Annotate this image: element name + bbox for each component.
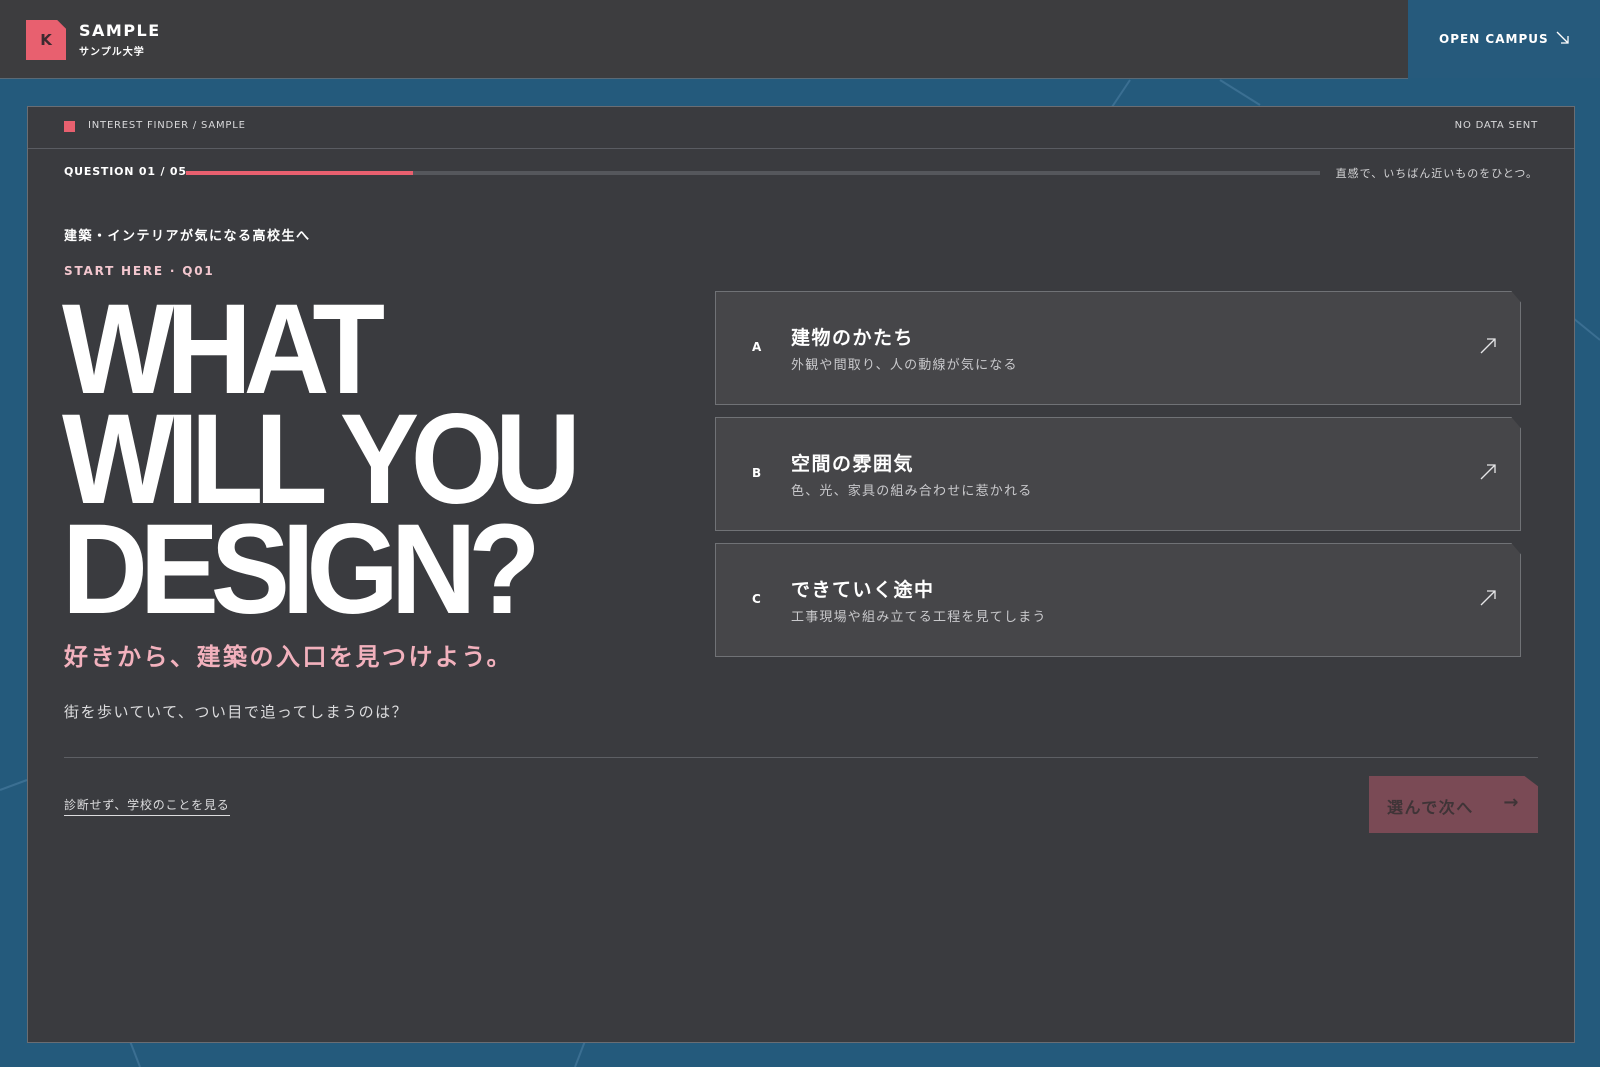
progress-bar-fill <box>186 171 413 175</box>
finder-topbar: INTEREST FINDER / SAMPLE NO DATA SENT <box>28 107 1574 149</box>
headline-line: DESIGN? <box>62 498 541 641</box>
question-hint: 直感で、いちばん近いものをひとつ。 <box>1335 167 1538 180</box>
page-headline: WHAT WILL YOU DESIGN? <box>62 286 682 641</box>
audience-eyebrow: 建築・インテリアが気になる高校生へ <box>64 229 311 244</box>
arrow-up-right-icon <box>1480 590 1496 606</box>
option-b[interactable]: B 空間の雰囲気 色、光、家具の組み合わせに惹かれる <box>715 417 1521 531</box>
open-campus-label: OPEN CAMPUS <box>1439 32 1549 46</box>
section-marker-icon <box>64 121 75 132</box>
question-text: 街を歩いていて、つい目で追ってしまうのは？ <box>64 703 409 721</box>
option-c[interactable]: C できていく途中 工事現場や組み立てる工程を見てしまう <box>715 543 1521 657</box>
option-title: 空間の雰囲気 <box>791 453 915 475</box>
arrow-down-right-icon <box>1556 31 1569 44</box>
tagline: 好きから、建築の入口を見つけよう。 <box>64 643 514 671</box>
site-header: K SAMPLE サンプル大学 <box>0 0 1408 79</box>
interest-finder-card: INTEREST FINDER / SAMPLE NO DATA SENT QU… <box>27 106 1575 1043</box>
option-letter: C <box>752 592 761 606</box>
open-campus-link[interactable]: OPEN CAMPUS <box>1408 0 1600 78</box>
arrow-up-right-icon <box>1480 464 1496 480</box>
option-title: できていく途中 <box>791 579 935 601</box>
privacy-note: NO DATA SENT <box>1454 120 1538 131</box>
start-here-label: START HERE · Q01 <box>64 264 215 278</box>
logo-mark[interactable]: K <box>26 20 66 60</box>
skip-to-school-link[interactable]: 診断せず、学校のことを見る <box>64 796 230 816</box>
school-name[interactable]: SAMPLE <box>79 21 161 40</box>
section-label: INTEREST FINDER / SAMPLE <box>88 120 246 131</box>
arrow-right-icon: → <box>1503 792 1520 813</box>
next-button[interactable]: 選んで次へ → <box>1369 776 1538 833</box>
answer-options: A 建物のかたち 外観や間取り、人の動線が気になる B 空間の雰囲気 色、光、家… <box>715 291 1521 669</box>
next-button-label: 選んで次へ <box>1387 798 1474 817</box>
option-letter: B <box>752 466 762 480</box>
school-name-japanese: サンプル大学 <box>79 47 145 58</box>
footer-divider <box>64 757 1538 758</box>
progress-bar <box>186 171 1320 175</box>
question-counter: QUESTION 01 / 05 <box>64 165 187 178</box>
option-description: 工事現場や組み立てる工程を見てしまう <box>791 610 1047 625</box>
option-a[interactable]: A 建物のかたち 外観や間取り、人の動線が気になる <box>715 291 1521 405</box>
option-description: 色、光、家具の組み合わせに惹かれる <box>791 484 1033 499</box>
option-description: 外観や間取り、人の動線が気になる <box>791 358 1018 373</box>
option-title: 建物のかたち <box>791 327 915 349</box>
arrow-up-right-icon <box>1480 338 1496 354</box>
option-letter: A <box>752 340 762 354</box>
